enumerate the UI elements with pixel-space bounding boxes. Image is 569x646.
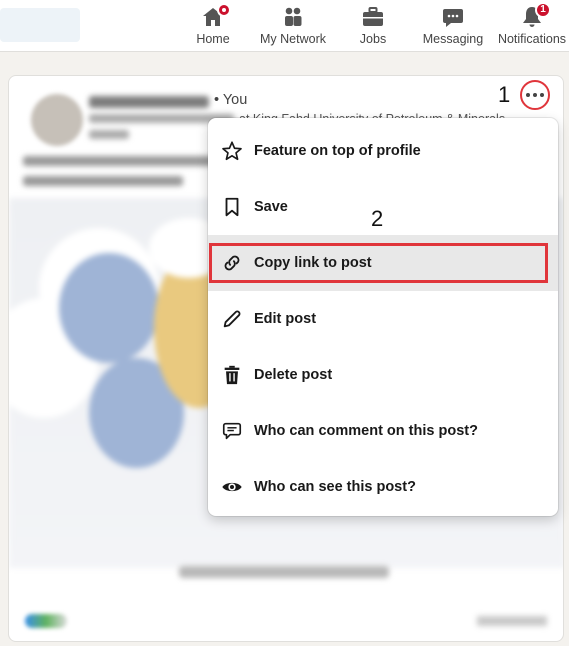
eye-icon <box>220 475 244 499</box>
step-1-label: 1 <box>498 82 511 107</box>
menu-item-who-can-comment[interactable]: Who can comment on this post? <box>208 403 558 459</box>
more-options-button[interactable] <box>520 80 550 110</box>
menu-item-feature[interactable]: Feature on top of profile <box>208 123 558 179</box>
menu-item-delete[interactable]: Delete post <box>208 347 558 403</box>
search-box[interactable] <box>0 8 80 42</box>
trash-icon <box>220 363 244 387</box>
post-options-menu: Feature on top of profile Save Copy link… <box>208 118 558 516</box>
home-notification-dot <box>217 3 231 17</box>
menu-item-label: Who can comment on this post? <box>254 423 478 439</box>
nav-home-label: Home <box>196 32 230 46</box>
menu-item-label: Feature on top of profile <box>254 143 421 159</box>
author-you-label: • You <box>214 92 248 108</box>
image-caption-blurred <box>179 566 389 578</box>
comment-icon <box>220 419 244 443</box>
menu-item-label: Who can see this post? <box>254 479 416 495</box>
author-avatar <box>31 94 83 146</box>
nav-my-network[interactable]: My Network <box>257 4 329 48</box>
menu-item-who-can-see[interactable]: Who can see this post? <box>208 459 558 515</box>
nav-notifications[interactable]: 1 Notifications <box>496 2 568 48</box>
menu-item-edit[interactable]: Edit post <box>208 291 558 347</box>
top-nav: Home My Network Jobs Messaging 1 Notific… <box>0 0 569 52</box>
ellipsis-icon <box>526 93 530 97</box>
post-text-line-1 <box>23 156 213 166</box>
messaging-icon <box>440 4 466 30</box>
notifications-badge: 1 <box>535 2 551 18</box>
nav-messaging[interactable]: Messaging <box>419 4 487 48</box>
bookmark-icon <box>220 195 244 219</box>
menu-item-label: Save <box>254 199 288 215</box>
comments-count-blurred[interactable] <box>477 616 547 626</box>
nav-my-network-label: My Network <box>260 32 326 46</box>
jobs-icon <box>360 4 386 30</box>
author-name-blurred <box>89 96 209 108</box>
star-icon <box>220 139 244 163</box>
menu-item-label: Delete post <box>254 367 333 383</box>
nav-home[interactable]: Home <box>193 3 233 48</box>
network-icon <box>280 4 306 30</box>
reactions-blurred[interactable] <box>25 614 67 628</box>
pencil-icon <box>220 307 244 331</box>
nav-jobs[interactable]: Jobs <box>353 4 393 48</box>
nav-messaging-label: Messaging <box>422 32 484 46</box>
home-icon <box>200 3 231 30</box>
bell-icon: 1 <box>519 2 551 30</box>
nav-jobs-label: Jobs <box>359 32 387 46</box>
post-time-blurred <box>89 130 129 139</box>
menu-item-label: Edit post <box>254 311 317 327</box>
step-2-label: 2 <box>371 206 384 231</box>
nav-notifications-label: Notifications <box>497 32 567 46</box>
copy-link-highlight-box <box>209 243 548 283</box>
post-text-line-2 <box>23 176 183 186</box>
